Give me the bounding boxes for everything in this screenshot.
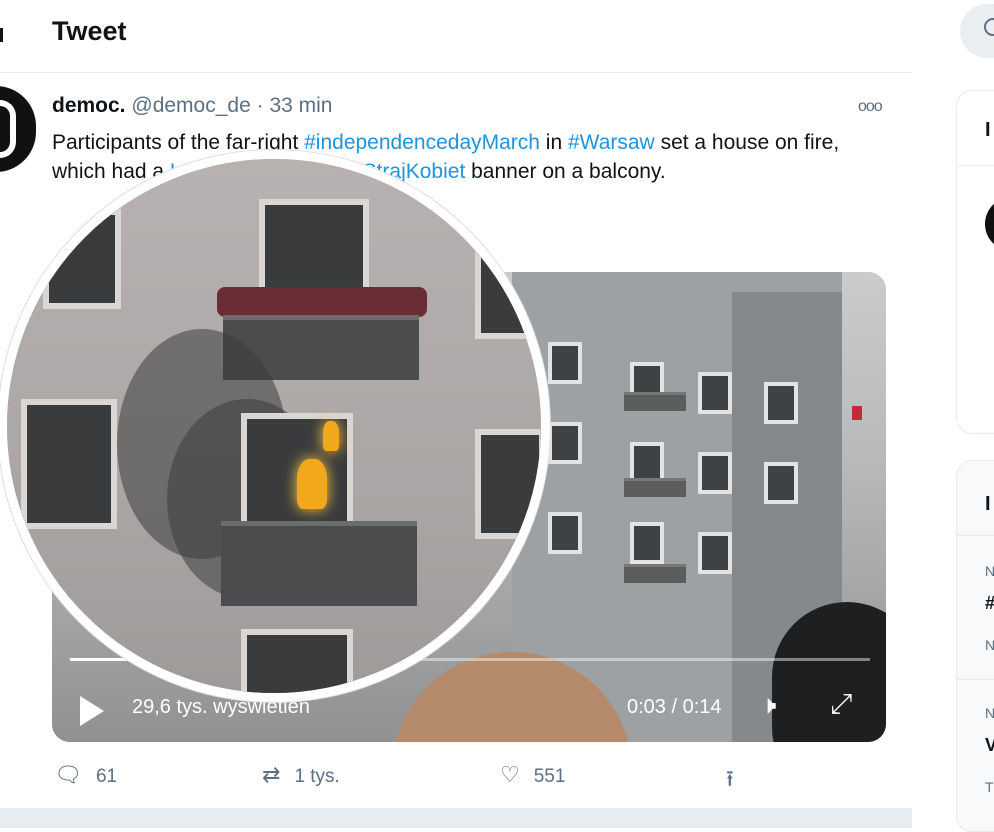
right-sidebar: I I N # N N V T	[912, 0, 994, 832]
video-balcony	[624, 478, 686, 497]
divider	[957, 165, 994, 166]
inset-window	[21, 399, 117, 529]
main-column: Tweet democ. @democ_de · 33 min ooo Part…	[0, 0, 913, 828]
video-window	[630, 522, 664, 564]
sidebar-card: I	[956, 90, 994, 434]
inset-window	[43, 209, 121, 309]
back-arrow-icon[interactable]	[0, 28, 3, 42]
inset-window	[475, 229, 535, 339]
retweet-icon: ⇄	[262, 762, 281, 787]
inset-flowers	[217, 287, 427, 317]
hashtag-link[interactable]: #independencedayMarch	[304, 131, 540, 154]
share-button[interactable]: ⭱	[726, 762, 748, 800]
like-button[interactable]: ♡ 551	[500, 762, 565, 788]
video-window	[698, 372, 732, 414]
hashtag-link[interactable]: #Warsaw	[568, 131, 655, 154]
heart-icon: ♡	[500, 762, 520, 787]
volume-icon[interactable]: 🕨	[760, 690, 776, 722]
video-balcony	[624, 392, 686, 411]
play-icon[interactable]	[80, 696, 104, 726]
retweet-count: 1 tys.	[294, 766, 340, 787]
separator-dot: ·	[256, 94, 264, 117]
like-count: 551	[533, 766, 566, 787]
video-window	[698, 532, 732, 574]
reply-icon: 🗨	[54, 762, 82, 787]
inset-balcony	[221, 521, 417, 606]
tweet-author-line: democ. @democ_de · 33 min	[52, 94, 332, 118]
trend-meta: N	[985, 705, 994, 721]
trends-title: I	[985, 493, 991, 515]
trend-sub: N	[985, 637, 994, 653]
trend-title[interactable]: V	[985, 735, 994, 756]
fullscreen-icon[interactable]: ⤢	[830, 688, 852, 721]
logo-glyph	[0, 100, 16, 158]
video-window	[698, 452, 732, 494]
inset-window	[475, 429, 541, 539]
author-name[interactable]: democ.	[52, 94, 126, 117]
video-time: 0:03 / 0:14	[627, 696, 722, 718]
sidebar-card-title: I	[985, 119, 991, 141]
reply-button[interactable]: 🗨 61	[54, 762, 117, 788]
retweet-button[interactable]: ⇄ 1 tys.	[262, 762, 340, 788]
trends-card: I N # N N V T	[956, 460, 994, 832]
reply-count: 61	[95, 766, 118, 787]
divider-band	[0, 808, 912, 828]
trend-title[interactable]: #	[985, 593, 994, 614]
share-icon: ⭱	[726, 766, 734, 791]
inset-window	[241, 629, 353, 693]
tweet-header: Tweet	[0, 0, 912, 73]
inset-fire	[297, 459, 327, 509]
video-window	[548, 342, 582, 384]
author-handle[interactable]: @democ_de	[131, 94, 250, 117]
trend-meta: N	[985, 563, 994, 579]
page-title: Tweet	[52, 16, 127, 46]
video-flag	[852, 406, 862, 420]
trend-sub: T	[985, 779, 994, 795]
avatar[interactable]	[985, 197, 994, 251]
inset-fire	[323, 421, 339, 451]
video-window	[548, 512, 582, 554]
video-window	[764, 462, 798, 504]
zoom-inset	[0, 150, 550, 702]
divider	[957, 535, 994, 536]
search-input[interactable]	[960, 4, 994, 58]
video-window	[764, 382, 798, 424]
search-icon	[984, 18, 994, 36]
tweet-time[interactable]: 33 min	[269, 94, 332, 117]
more-options-icon[interactable]: ooo	[858, 98, 883, 116]
video-window	[548, 422, 582, 464]
tweet-text-segment: in	[539, 131, 568, 154]
divider	[957, 679, 994, 680]
video-balcony	[624, 564, 686, 583]
